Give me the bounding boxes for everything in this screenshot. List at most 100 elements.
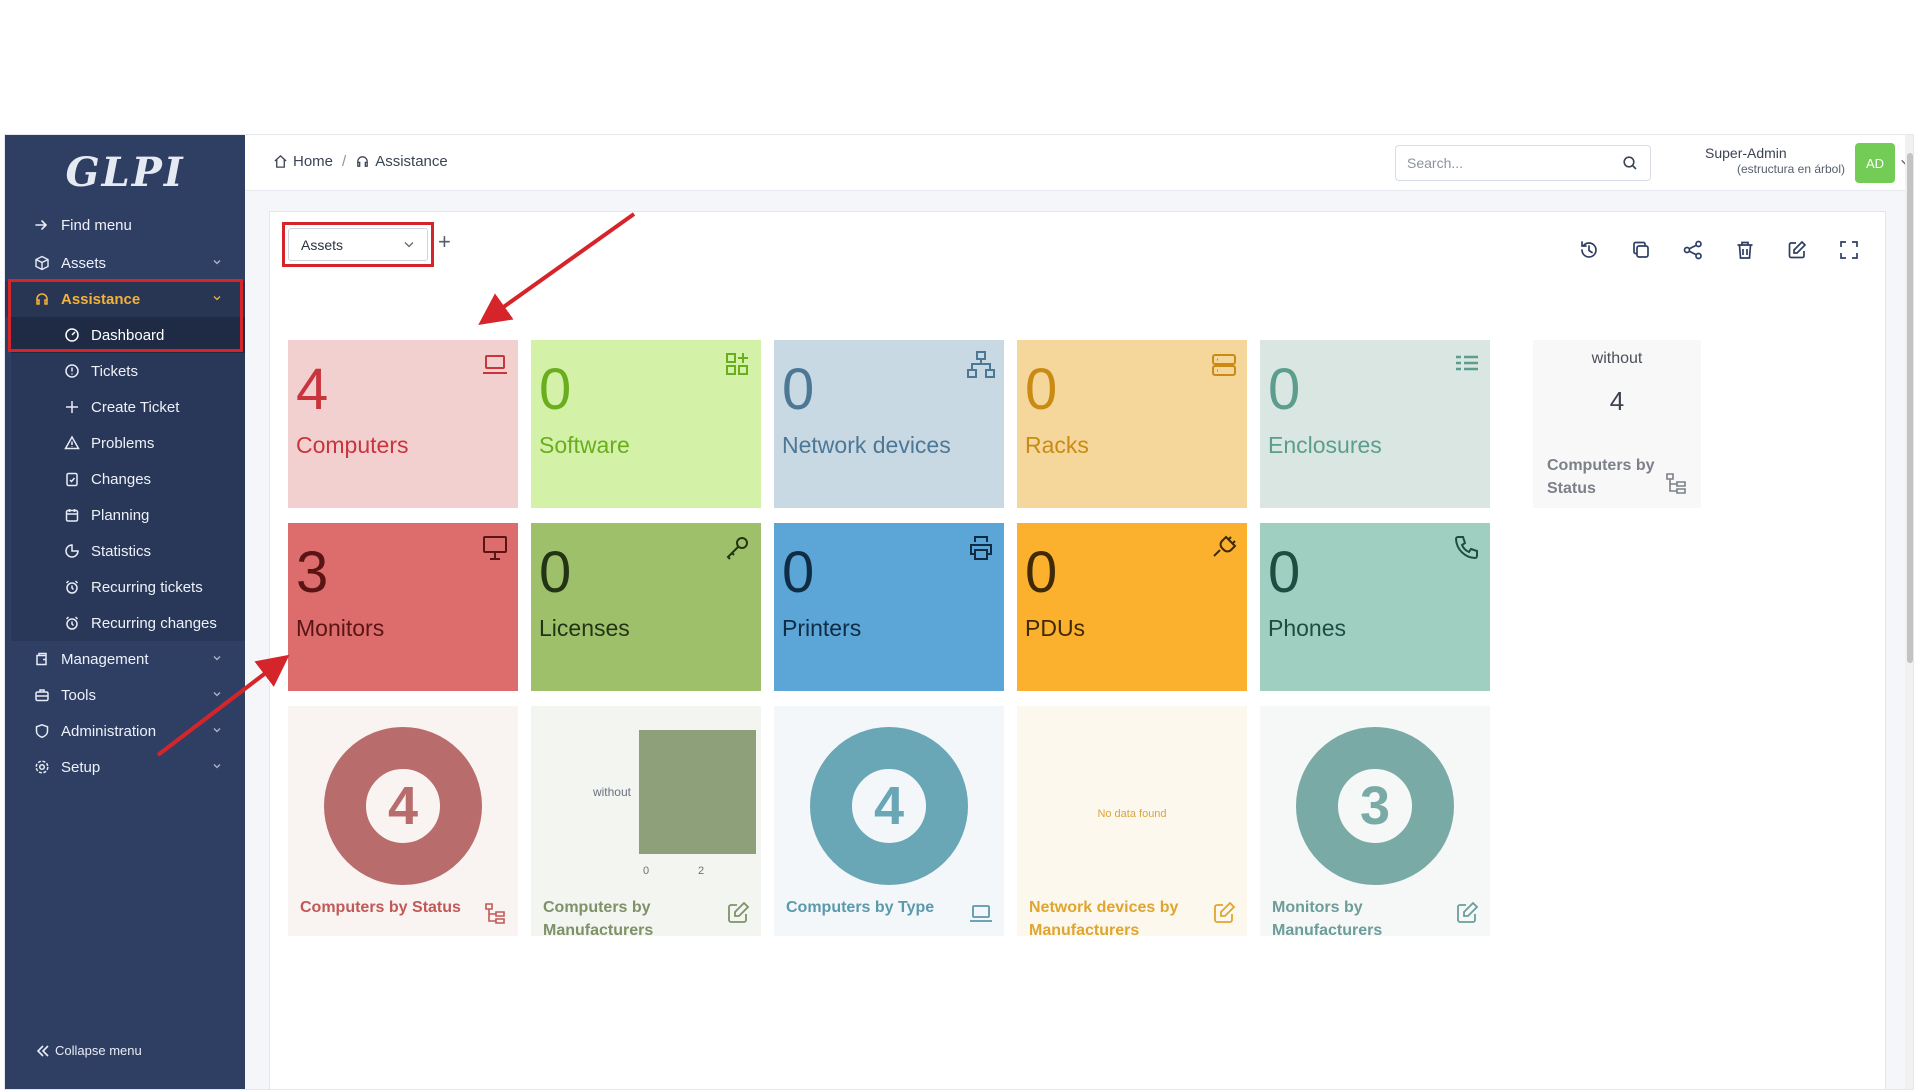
counter-label: Enclosures bbox=[1268, 432, 1382, 458]
search-icon[interactable] bbox=[1622, 155, 1638, 171]
counter-card-software[interactable]: 0 Software bbox=[531, 340, 761, 508]
breadcrumb-assistance[interactable]: Assistance bbox=[375, 153, 448, 170]
sidebar-item-management[interactable]: Management bbox=[5, 641, 245, 677]
widget-label: Network devices by Manufacturers bbox=[1029, 899, 1179, 936]
donut-value: 4 bbox=[387, 776, 419, 836]
counter-card-network-devices[interactable]: 0 Network devices bbox=[774, 340, 1004, 508]
sidebar-item-label: Tickets bbox=[91, 362, 138, 380]
chart-pie-icon bbox=[63, 542, 81, 560]
add-dashboard-button[interactable]: + bbox=[438, 230, 451, 254]
alert-triangle-icon bbox=[63, 434, 81, 452]
counter-card-racks[interactable]: 0 Racks bbox=[1017, 340, 1247, 508]
widget-label: Computers by Type bbox=[786, 899, 935, 916]
widget-label: Computers by Status bbox=[300, 899, 461, 916]
counter-label: Phones bbox=[1268, 615, 1347, 641]
search-input[interactable] bbox=[1396, 146, 1596, 180]
breadcrumb-separator: / bbox=[342, 153, 347, 170]
sidebar-item-label: Recurring changes bbox=[91, 614, 217, 632]
dashboard-toolbar bbox=[1577, 238, 1861, 262]
user-name: Super-Admin bbox=[1705, 145, 1787, 161]
double-chevron-left-icon bbox=[36, 1044, 49, 1057]
glpi-logo[interactable]: GLPI bbox=[5, 149, 245, 199]
status-card[interactable]: without 4 Computers by Status bbox=[1533, 340, 1701, 508]
app-window: GLPI Find menu Assets Assistance Dashboa… bbox=[4, 134, 1914, 1090]
briefcase-icon bbox=[33, 686, 51, 704]
history-button[interactable] bbox=[1577, 238, 1601, 262]
counter-value: 3 bbox=[296, 540, 329, 605]
counter-label: Network devices bbox=[782, 432, 951, 458]
clone-button[interactable] bbox=[1629, 238, 1653, 262]
widget-monitors-by-manufacturers[interactable]: 3 Monitors by Manufacturers bbox=[1260, 706, 1490, 936]
widget-computers-by-type[interactable]: 4 Computers by Type bbox=[774, 706, 1004, 936]
delete-button[interactable] bbox=[1733, 238, 1757, 262]
sidebar-item-tools[interactable]: Tools bbox=[5, 677, 245, 713]
alarm-icon bbox=[63, 614, 81, 632]
phone-icon bbox=[1454, 536, 1478, 560]
bar[interactable] bbox=[639, 730, 756, 854]
sidebar-item-tickets[interactable]: Tickets bbox=[11, 353, 245, 389]
scrollbar-thumb[interactable] bbox=[1907, 153, 1913, 663]
highlight-box-sidebar bbox=[8, 279, 243, 352]
sidebar-item-problems[interactable]: Problems bbox=[11, 425, 245, 461]
counter-value: 0 bbox=[1025, 540, 1058, 605]
list-icon bbox=[1456, 355, 1478, 371]
trash-icon bbox=[1737, 241, 1753, 259]
counter-card-licenses[interactable]: 0 Licenses bbox=[531, 523, 761, 691]
counter-value: 0 bbox=[1268, 540, 1301, 605]
sidebar-item-assets[interactable]: Assets bbox=[5, 245, 245, 281]
sidebar-item-planning[interactable]: Planning bbox=[11, 497, 245, 533]
clipboard-check-icon bbox=[63, 470, 81, 488]
user-menu[interactable]: Super-Admin (estructura en árbol) bbox=[1685, 145, 1845, 176]
counter-card-pdus[interactable]: 0 PDUs bbox=[1017, 523, 1247, 691]
chevron-down-icon bbox=[213, 764, 221, 769]
breadcrumb: Home / Assistance bbox=[273, 153, 448, 170]
breadcrumb-home[interactable]: Home bbox=[293, 153, 333, 170]
sidebar-item-recurring-changes[interactable]: Recurring changes bbox=[11, 605, 245, 641]
sidebar-item-create-ticket[interactable]: Create Ticket bbox=[11, 389, 245, 425]
share-button[interactable] bbox=[1681, 238, 1705, 262]
fullscreen-button[interactable] bbox=[1837, 238, 1861, 262]
edit-dashboard-button[interactable] bbox=[1785, 238, 1809, 262]
server-icon bbox=[1212, 354, 1236, 376]
counter-card-computers[interactable]: 4 Computers bbox=[288, 340, 518, 508]
sidebar-item-recurring-tickets[interactable]: Recurring tickets bbox=[11, 569, 245, 605]
counter-value: 0 bbox=[782, 357, 815, 422]
counter-card-enclosures[interactable]: 0 Enclosures bbox=[1260, 340, 1490, 508]
counter-label: Racks bbox=[1025, 432, 1089, 458]
widget-network-devices-by-manufacturers[interactable]: No data found Network devices by Manufac… bbox=[1017, 706, 1247, 936]
widget-computers-by-status[interactable]: 4 Computers by Status bbox=[288, 706, 518, 936]
app-root: GLPI Find menu Assets Assistance Dashboa… bbox=[0, 0, 1920, 1092]
widget-computers-by-manufacturers[interactable]: without 0 2 Computers by Manufacturers bbox=[531, 706, 761, 936]
shield-icon bbox=[33, 722, 51, 740]
sidebar-item-statistics[interactable]: Statistics bbox=[11, 533, 245, 569]
sidebar-item-changes[interactable]: Changes bbox=[11, 461, 245, 497]
sidebar-item-setup[interactable]: Setup bbox=[5, 749, 245, 785]
monitor-icon bbox=[483, 536, 507, 560]
alarm-icon bbox=[63, 578, 81, 596]
counter-card-monitors[interactable]: 3 Monitors bbox=[288, 523, 518, 691]
avatar[interactable]: AD bbox=[1855, 143, 1895, 183]
sidebar-item-find-menu[interactable]: Find menu bbox=[5, 207, 245, 243]
counter-card-phones[interactable]: 0 Phones bbox=[1260, 523, 1490, 691]
sidebar-item-administration[interactable]: Administration bbox=[5, 713, 245, 749]
hierarchy-icon bbox=[1666, 473, 1686, 494]
global-search[interactable] bbox=[1395, 145, 1651, 181]
plus-icon bbox=[63, 398, 81, 416]
tick-label: 2 bbox=[698, 865, 704, 877]
collapse-menu-button[interactable]: Collapse menu bbox=[35, 1043, 142, 1058]
bar-chart: without 0 2 bbox=[592, 730, 756, 877]
sidebar-item-label: Recurring tickets bbox=[91, 578, 203, 596]
counter-label: Licenses bbox=[539, 615, 630, 641]
laptop-icon bbox=[970, 905, 992, 922]
counter-label: Monitors bbox=[296, 615, 385, 641]
hierarchy-icon bbox=[485, 903, 505, 924]
widget-label: Computers by Manufacturers bbox=[543, 899, 654, 936]
scrollbar[interactable] bbox=[1905, 135, 1913, 1089]
edit-icon bbox=[1214, 901, 1236, 923]
status-card-value: 4 bbox=[1609, 386, 1625, 416]
top-header: Home / Assistance Super-Admin (estructur… bbox=[245, 135, 1913, 191]
sidebar: GLPI Find menu Assets Assistance Dashboa… bbox=[5, 135, 245, 1089]
counter-card-printers[interactable]: 0 Printers bbox=[774, 523, 1004, 691]
sidebar-item-label: Problems bbox=[91, 434, 155, 452]
counter-label: Computers bbox=[296, 432, 409, 458]
